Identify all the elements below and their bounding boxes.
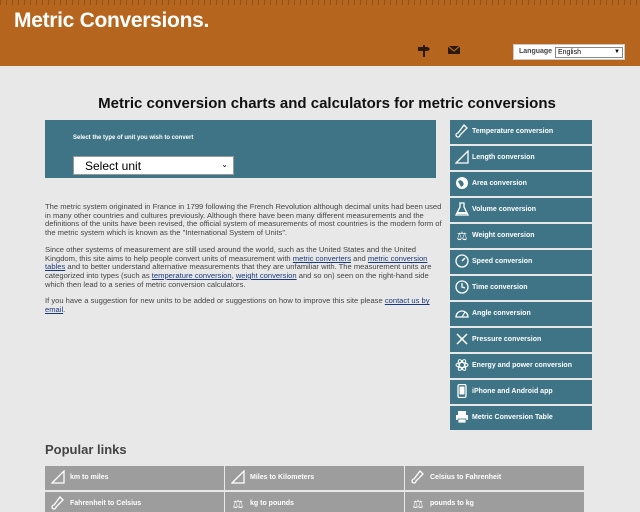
popular-link-miles-to-km[interactable]: Miles to Kilometers: [225, 466, 404, 490]
mail-icon[interactable]: [446, 44, 462, 58]
language-selector-box: Language English ▼: [513, 44, 625, 60]
sidebar-item-time[interactable]: Time conversion: [450, 276, 592, 300]
protractor-icon: [454, 306, 470, 322]
sidebar-item-length[interactable]: Length conversion: [450, 146, 592, 170]
scales-icon: ⚖: [412, 497, 424, 511]
site-logo[interactable]: Metric Conversions.: [14, 9, 209, 33]
conversion-sidebar: Temperature conversion Length conversion…: [450, 120, 592, 432]
site-header: Metric Conversions. Language English ▼: [0, 0, 640, 66]
popular-link-lb-to-kg[interactable]: ⚖ pounds to kg: [405, 492, 584, 512]
metric-converters-link[interactable]: metric converters: [293, 254, 351, 263]
sidebar-item-table[interactable]: Metric Conversion Table: [450, 406, 592, 430]
popular-link-label: pounds to kg: [430, 500, 474, 507]
popular-links-title: Popular links: [45, 442, 127, 457]
ruler-icon: [50, 469, 66, 486]
unit-select-panel: Select the type of unit you wish to conv…: [45, 120, 436, 178]
unit-select-value: Select unit: [85, 159, 142, 173]
thermometer-icon: [50, 496, 66, 512]
chevron-down-icon: ▼: [614, 49, 620, 55]
popular-link-kg-to-lb[interactable]: ⚖ kg to pounds: [225, 492, 404, 512]
popular-link-label: Fahrenheit to Celsius: [70, 500, 142, 507]
sidebar-item-label: Temperature conversion: [472, 128, 554, 135]
sidebar-item-label: iPhone and Android app: [472, 388, 553, 395]
temperature-conversion-link[interactable]: temperature conversion: [152, 271, 232, 280]
text-span: If you have a suggestion for new units t…: [45, 296, 385, 306]
flask-icon: [454, 202, 470, 218]
popular-link-label: km to miles: [70, 474, 109, 481]
thermometer-icon: [454, 124, 470, 140]
ruler-icon: [230, 469, 246, 486]
sidebar-item-label: Length conversion: [472, 154, 535, 161]
sidebar-item-temperature[interactable]: Temperature conversion: [450, 120, 592, 144]
signpost-icon[interactable]: [416, 44, 432, 58]
sidebar-item-weight[interactable]: ⚖ Weight conversion: [450, 224, 592, 248]
intro-paragraph-3: If you have a suggestion for new units t…: [45, 296, 448, 315]
popular-link-label: Celsius to Fahrenheit: [430, 474, 502, 481]
sidebar-item-speed[interactable]: Speed conversion: [450, 250, 592, 274]
ruler-icon: [454, 149, 470, 166]
popular-link-label: kg to pounds: [250, 500, 294, 507]
select-unit-label: Select the type of unit you wish to conv…: [73, 135, 194, 141]
popular-link-km-to-miles[interactable]: km to miles: [45, 466, 224, 490]
sidebar-item-pressure[interactable]: Pressure conversion: [450, 328, 592, 352]
clock-icon: [454, 280, 470, 296]
sidebar-item-angle[interactable]: Angle conversion: [450, 302, 592, 326]
sidebar-item-label: Pressure conversion: [472, 336, 542, 343]
printer-icon: [454, 410, 470, 426]
weight-conversion-link[interactable]: weight conversion: [236, 271, 297, 280]
intro-paragraph-1: The metric system originated in France i…: [45, 202, 442, 238]
pressure-icon: [454, 332, 470, 348]
sidebar-item-label: Volume conversion: [472, 206, 537, 213]
sidebar-item-label: Angle conversion: [472, 310, 531, 317]
sidebar-item-app[interactable]: iPhone and Android app: [450, 380, 592, 404]
scales-icon: ⚖: [456, 229, 468, 243]
language-selected-value: English: [558, 49, 581, 56]
sidebar-item-label: Weight conversion: [472, 232, 535, 239]
scales-icon: ⚖: [232, 497, 244, 511]
sidebar-item-label: Speed conversion: [472, 258, 533, 265]
language-label: Language: [519, 48, 553, 55]
sidebar-item-label: Energy and power conversion: [472, 362, 572, 369]
speedometer-icon: [454, 254, 470, 270]
popular-link-c-to-f[interactable]: Celsius to Fahrenheit: [405, 466, 584, 490]
popular-link-f-to-c[interactable]: Fahrenheit to Celsius: [45, 492, 224, 512]
sidebar-item-label: Time conversion: [472, 284, 528, 291]
phone-icon: [454, 383, 470, 400]
popular-link-label: Miles to Kilometers: [250, 474, 315, 481]
thermometer-icon: [410, 470, 426, 486]
sidebar-item-area[interactable]: Area conversion: [450, 172, 592, 196]
intro-paragraph-2: Since other systems of measurement are s…: [45, 245, 448, 290]
atom-icon: [454, 358, 470, 374]
sidebar-item-label: Area conversion: [472, 180, 527, 187]
sidebar-item-energy[interactable]: Energy and power conversion: [450, 354, 592, 378]
text-span: .: [63, 305, 66, 315]
language-select[interactable]: English ▼: [555, 47, 623, 58]
unit-type-select[interactable]: Select unit ⌄: [73, 156, 234, 175]
page-title: Metric conversion charts and calculators…: [98, 95, 556, 112]
text-span: and: [351, 253, 368, 263]
globe-icon: [454, 176, 470, 192]
chevron-down-icon: ⌄: [221, 160, 228, 169]
sidebar-item-volume[interactable]: Volume conversion: [450, 198, 592, 222]
intro-text: The metric system originated in France i…: [45, 202, 448, 323]
sidebar-item-label: Metric Conversion Table: [472, 414, 553, 421]
